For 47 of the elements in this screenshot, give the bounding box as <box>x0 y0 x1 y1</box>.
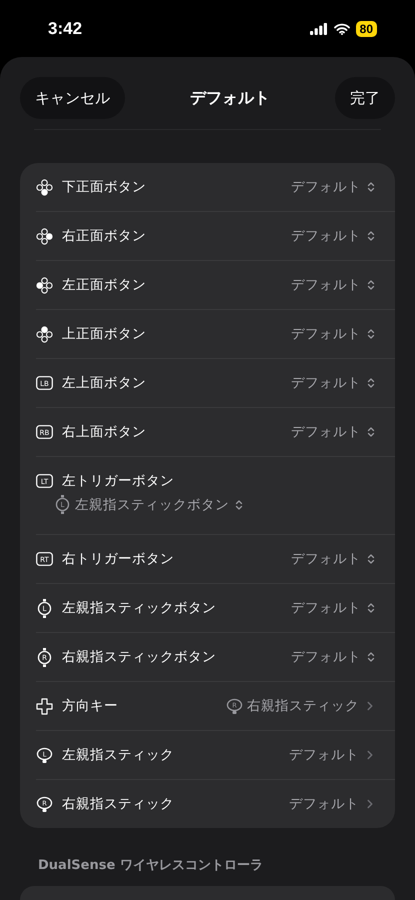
value-selector[interactable]: デフォルト <box>291 227 377 246</box>
value-selector[interactable]: デフォルト <box>291 550 377 568</box>
battery-indicator: 80 <box>356 20 377 36</box>
row-label: 右正面ボタン <box>62 227 147 246</box>
row-label: 左上面ボタン <box>62 374 147 392</box>
value-selector[interactable]: デフォルト <box>291 276 377 294</box>
updown-chevron-icon <box>233 498 245 511</box>
row-label: 上正面ボタン <box>62 325 147 344</box>
updown-chevron-icon <box>365 230 377 242</box>
value-selector[interactable]: デフォルト <box>289 795 377 814</box>
row-label: 方向キー <box>62 697 119 716</box>
row-label: 左トリガーボタン <box>62 472 175 490</box>
value-selector[interactable]: デフォルト <box>291 325 377 344</box>
cancel-button[interactable]: キャンセル <box>20 77 125 119</box>
face-buttons-icon <box>36 326 53 343</box>
row-label: 左正面ボタン <box>62 276 147 294</box>
row-label: 右親指スティック <box>62 795 175 814</box>
section-title: DualSense ワイヤレスコントローラ <box>38 857 264 874</box>
row-label: 右親指スティックボタン <box>62 648 217 666</box>
updown-chevron-icon <box>365 181 377 194</box>
updown-chevron-icon <box>365 279 377 292</box>
wifi-icon <box>334 22 350 34</box>
updown-chevron-icon <box>365 426 377 438</box>
face-buttons-icon <box>36 228 53 245</box>
updown-chevron-icon <box>365 602 377 614</box>
dpad-icon <box>36 698 53 715</box>
sheet-title: デフォルト <box>190 88 270 108</box>
row-label: 左親指スティックボタン <box>62 599 217 618</box>
value-selector[interactable]: デフォルト <box>291 648 377 666</box>
done-button[interactable]: 完了 <box>335 77 395 119</box>
value-selector[interactable]: デフォルト <box>291 599 377 618</box>
signal-icon <box>310 22 328 34</box>
row-label: 右トリガーボタン <box>62 550 175 568</box>
face-buttons-icon <box>36 178 53 196</box>
value-selector[interactable]: デフォルト <box>289 746 377 764</box>
value-selector[interactable]: デフォルト <box>291 374 377 392</box>
updown-chevron-icon <box>365 553 377 566</box>
row-label: 下正面ボタン <box>62 178 147 196</box>
value-selector[interactable]: デフォルト <box>291 423 377 442</box>
updown-chevron-icon <box>365 328 377 340</box>
updown-chevron-icon <box>365 377 377 390</box>
value-selector[interactable]: デフォルト <box>291 178 377 196</box>
face-buttons-icon <box>36 276 53 294</box>
status-time: 3:42 <box>48 18 82 38</box>
row-label: 左親指スティック <box>62 746 175 764</box>
row-label: 右上面ボタン <box>62 423 147 442</box>
updown-chevron-icon <box>365 651 377 664</box>
